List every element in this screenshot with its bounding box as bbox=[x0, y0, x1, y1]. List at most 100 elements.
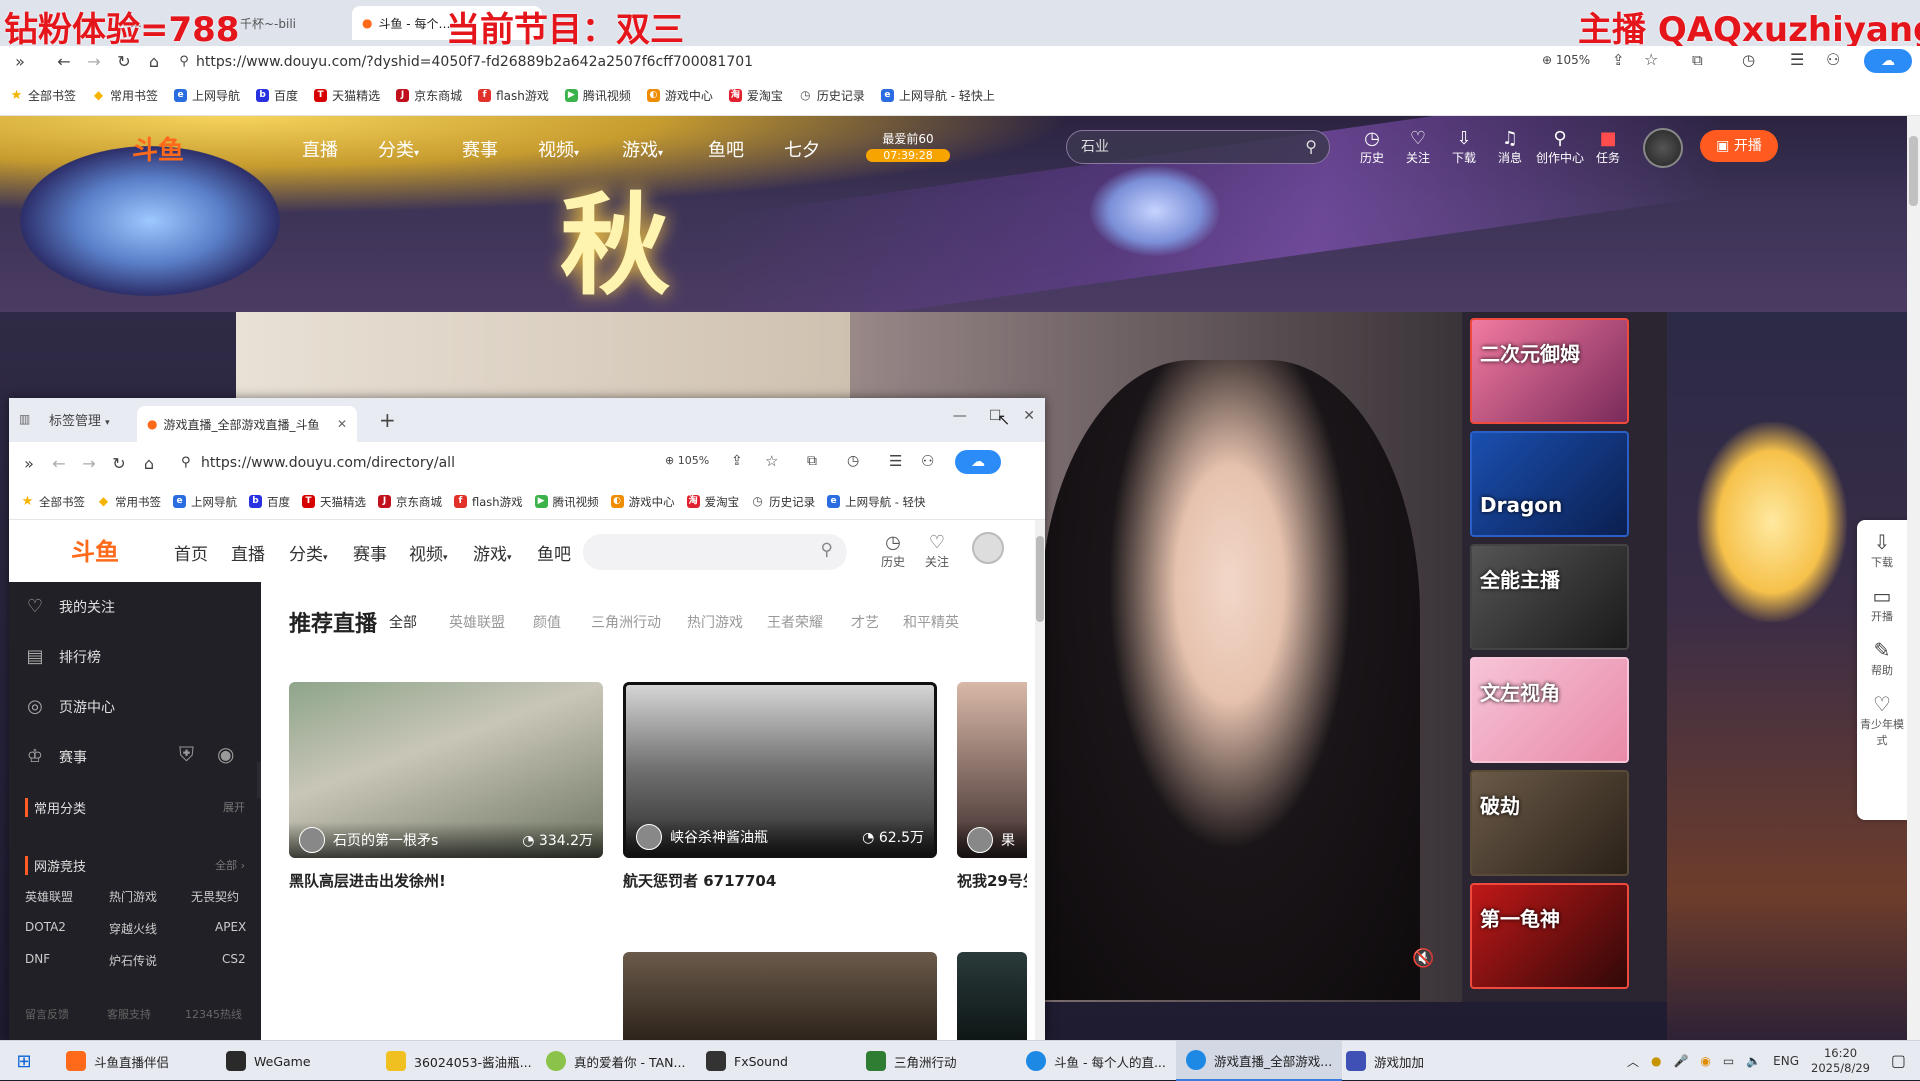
bookmark-history[interactable]: ◷ 历史记录 bbox=[799, 87, 865, 104]
language-indicator[interactable]: ENG bbox=[1773, 1054, 1799, 1068]
recommend-card[interactable]: Dragon bbox=[1470, 431, 1629, 537]
category-tab[interactable]: 热门游戏 bbox=[687, 612, 743, 632]
nav-events[interactable]: 赛事 bbox=[353, 540, 387, 565]
bookmark-flash[interactable]: f flash游戏 bbox=[454, 494, 523, 510]
douyu-logo[interactable]: 斗鱼 bbox=[132, 130, 184, 167]
expand-link[interactable]: 展开 bbox=[223, 799, 245, 815]
inner-search-input[interactable]: ⚲ bbox=[583, 534, 847, 570]
all-link[interactable]: 全部 › bbox=[215, 857, 245, 873]
bookmark-tencent-video[interactable]: ▶ 腾讯视频 bbox=[564, 87, 631, 104]
menu-icon[interactable]: ☰ bbox=[1790, 50, 1804, 69]
taskbar-item[interactable]: 真的爱着你 - TAN... bbox=[536, 1041, 695, 1081]
notification-icon[interactable]: ▢ bbox=[1891, 1051, 1906, 1070]
category-tab[interactable]: 三角洲行动 bbox=[591, 612, 661, 632]
taskbar-item[interactable]: 斗鱼直播伴侣 bbox=[56, 1041, 179, 1081]
game-link[interactable]: DOTA2 bbox=[25, 920, 66, 934]
outer-tab-3[interactable]: 千杯~-bili bbox=[230, 6, 306, 40]
bookmark-nav[interactable]: e 上网导航 bbox=[174, 87, 240, 104]
user-avatar[interactable] bbox=[1643, 128, 1683, 168]
chevron-up-icon[interactable]: ︿ bbox=[1627, 1053, 1639, 1070]
forward-icon[interactable]: → bbox=[74, 454, 104, 473]
taskbar-item[interactable]: 三角洲行动 bbox=[856, 1041, 967, 1081]
bookmark-tmall[interactable]: T 天猫精选 bbox=[314, 87, 380, 104]
bookmark-common[interactable]: ◆ 常用书签 bbox=[92, 87, 158, 104]
live-card[interactable]: 果 bbox=[957, 682, 1027, 858]
search-icon[interactable]: ⚲ bbox=[1305, 131, 1317, 163]
bookmark-all[interactable]: ★ 全部书签 bbox=[10, 87, 76, 104]
taskbar-item[interactable]: WeGame bbox=[216, 1041, 321, 1081]
category-tab[interactable]: 全部 bbox=[389, 612, 417, 632]
zoom-level[interactable]: ⊕ 105% bbox=[1542, 53, 1590, 67]
live-card[interactable]: 峡谷杀神酱油瓶 ◔ 62.5万 bbox=[623, 682, 937, 858]
nav-home[interactable]: 首页 bbox=[174, 540, 208, 565]
recommend-card[interactable]: 破劫 bbox=[1470, 770, 1629, 876]
star-icon[interactable]: ☆ bbox=[765, 452, 778, 470]
bookmark-jd[interactable]: J 京东商城 bbox=[396, 87, 462, 104]
recommend-card[interactable]: 文左视角 bbox=[1470, 657, 1629, 763]
outer-search-input[interactable]: 石业 ⚲ bbox=[1066, 130, 1330, 164]
taskbar-item[interactable]: 36024053-酱油瓶... bbox=[376, 1041, 542, 1081]
nav-video[interactable]: 视频▾ bbox=[538, 136, 579, 162]
extensions-icon[interactable]: ⧉ bbox=[807, 453, 817, 469]
minimize-icon[interactable]: — bbox=[953, 408, 967, 424]
bookmark-common[interactable]: ◆ 常用书签 bbox=[97, 494, 161, 510]
tray-app-icon[interactable]: ● bbox=[1651, 1054, 1661, 1068]
outer-url-field[interactable]: https://www.douyu.com/?dyshid=4050f7-fd2… bbox=[196, 51, 1496, 73]
history-icon[interactable]: ◷ bbox=[847, 453, 859, 469]
sidebar-item-follow[interactable]: ♡ 我的关注 bbox=[25, 596, 115, 617]
tab-manager[interactable]: 标签管理 ▾ bbox=[49, 410, 110, 429]
sidebar-toggle-icon[interactable]: » bbox=[14, 454, 44, 473]
footer-support[interactable]: 客服支持 bbox=[107, 1006, 151, 1022]
recommend-card[interactable]: 第一龟神 bbox=[1470, 883, 1629, 989]
lol-badge-icon[interactable]: ⛨ bbox=[179, 742, 194, 766]
bookmark-flash[interactable]: f flash游戏 bbox=[478, 87, 549, 104]
live-card[interactable]: 石页的第一根矛s ◔ 334.2万 bbox=[289, 682, 603, 858]
header-history[interactable]: ◷ 历史 bbox=[875, 532, 911, 570]
forward-icon[interactable]: → bbox=[79, 52, 109, 71]
game-link[interactable]: APEX bbox=[215, 920, 246, 934]
start-button[interactable]: ⊞ bbox=[4, 1041, 44, 1081]
share-icon[interactable]: ⇪ bbox=[731, 453, 743, 469]
bookmark-nav-fast[interactable]: e 上网导航 - 轻快 bbox=[827, 494, 926, 510]
bookmark-aitaobao[interactable]: 淘爱淘宝 bbox=[728, 87, 783, 104]
footer-hotline[interactable]: 12345热线 bbox=[185, 1006, 242, 1022]
side-help[interactable]: ✎ 帮助 bbox=[1860, 638, 1904, 678]
nav-game[interactable]: 游戏▾ bbox=[473, 540, 512, 565]
header-history[interactable]: ◷ 历史 bbox=[1352, 128, 1392, 166]
game-link[interactable]: 炉石传说 bbox=[109, 952, 157, 969]
taskbar-item[interactable]: 斗鱼 - 每个人的直... bbox=[1016, 1041, 1176, 1081]
nav-live[interactable]: 直播 bbox=[302, 136, 338, 162]
close-icon[interactable]: ✕ bbox=[1023, 408, 1035, 424]
bookmark-tencent-video[interactable]: ▶ 腾讯视频 bbox=[534, 494, 599, 510]
category-tab[interactable]: 王者荣耀 bbox=[767, 612, 823, 632]
inner-url-field[interactable]: ⚲ https://www.douyu.com/directory/all bbox=[179, 452, 659, 474]
back-icon[interactable]: ← bbox=[44, 454, 74, 473]
category-tab[interactable]: 英雄联盟 bbox=[449, 612, 505, 632]
header-follow[interactable]: ♡ 关注 bbox=[919, 532, 955, 570]
nav-category[interactable]: 分类▾ bbox=[289, 540, 328, 565]
menu-icon[interactable]: ☰ bbox=[889, 452, 902, 470]
bookmark-nav-fast[interactable]: e 上网导航 - 轻快上 bbox=[880, 87, 995, 104]
mute-icon[interactable]: 🔇 bbox=[1412, 948, 1434, 969]
reload-icon[interactable]: ↻ bbox=[104, 454, 134, 473]
nav-qixi[interactable]: 七夕 bbox=[784, 136, 820, 162]
live-card[interactable] bbox=[623, 952, 937, 1040]
clock[interactable]: 16:20 2025/8/29 bbox=[1811, 1046, 1870, 1076]
history-icon[interactable]: ◷ bbox=[1742, 51, 1755, 69]
taskbar-item-active[interactable]: 游戏直播_全部游戏... bbox=[1176, 1041, 1343, 1081]
extensions-icon[interactable]: ⧉ bbox=[1692, 51, 1703, 69]
back-icon[interactable]: ← bbox=[49, 52, 79, 71]
sidebar-toggle-icon[interactable]: » bbox=[5, 52, 35, 71]
category-tab[interactable]: 才艺 bbox=[851, 612, 879, 632]
nav-category[interactable]: 分类▾ bbox=[378, 136, 419, 162]
side-teen-mode[interactable]: ♡ 青少年模式 bbox=[1860, 692, 1904, 748]
open-live-button[interactable]: ▣ 开播 bbox=[1700, 130, 1778, 162]
sidebar-item-ranking[interactable]: ▤ 排行榜 bbox=[25, 646, 101, 667]
search-icon[interactable]: ⚲ bbox=[821, 540, 833, 560]
new-tab-button[interactable]: + bbox=[379, 408, 396, 432]
header-tasks[interactable]: ■ 任务 bbox=[1588, 128, 1628, 166]
volume-icon[interactable]: 🔈 bbox=[1746, 1054, 1761, 1068]
nav-live[interactable]: 直播 bbox=[231, 540, 265, 565]
taskbar-item[interactable]: FxSound bbox=[696, 1041, 798, 1081]
user-icon[interactable]: ⚇ bbox=[921, 452, 934, 470]
